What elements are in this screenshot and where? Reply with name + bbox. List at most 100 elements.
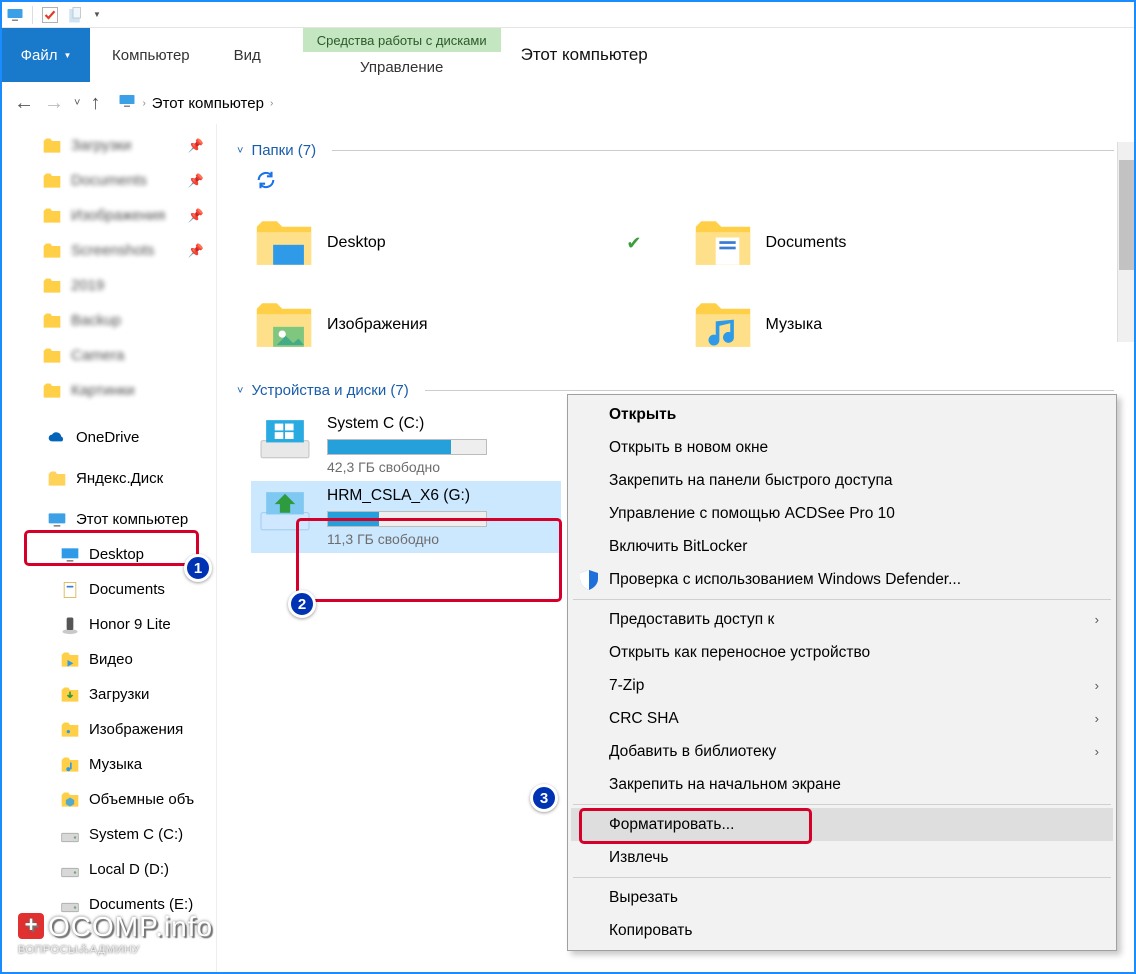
sidebar-quick-item[interactable]: Camera — [2, 338, 216, 373]
breadcrumb[interactable]: › Этот компьютер › — [118, 92, 273, 114]
context-menu-item[interactable]: Открыть как переносное устройство — [571, 636, 1113, 669]
tab-manage[interactable]: Управление — [303, 52, 501, 82]
context-menu-item[interactable]: 7-Zip› — [571, 669, 1113, 702]
folder-icon — [694, 217, 752, 269]
folder-icon — [694, 299, 752, 351]
context-menu-item[interactable]: Вырезать — [571, 881, 1113, 914]
context-menu-item[interactable]: Копировать — [571, 914, 1113, 947]
sidebar-quick-item[interactable]: Картинки — [2, 373, 216, 408]
folder-item[interactable]: Documents — [690, 204, 1115, 282]
drive-icon — [257, 415, 313, 463]
sidebar-thispc-child[interactable]: Honor 9 Lite — [2, 607, 216, 642]
chevron-right-icon: › — [142, 98, 145, 109]
folder-icon — [42, 381, 62, 401]
context-menu-item[interactable]: CRC SHA› — [571, 702, 1113, 735]
back-button[interactable]: ← — [14, 92, 34, 115]
drive-name: System C (C:) — [327, 415, 555, 433]
context-menu-item[interactable]: Извлечь — [571, 841, 1113, 874]
refresh-icon[interactable] — [255, 169, 277, 196]
ribbon: Файл ▼ Компьютер Вид Средства работы с д… — [2, 28, 1134, 82]
context-menu-item[interactable]: Проверка с использованием Windows Defend… — [571, 563, 1113, 596]
pc-icon — [6, 6, 24, 24]
paste-icon[interactable] — [67, 6, 85, 24]
sidebar-item-label: Загрузки — [71, 137, 131, 154]
sidebar-item-label: Desktop — [89, 546, 144, 563]
menu-item-label: Предоставить доступ к — [609, 611, 774, 629]
menu-item-label: Вырезать — [609, 889, 678, 907]
folder-icon — [42, 311, 62, 331]
menu-item-label: Управление с помощью ACDSee Pro 10 — [609, 505, 895, 523]
onedrive-icon — [47, 428, 67, 448]
context-menu-item[interactable]: Закрепить на панели быстрого доступа — [571, 464, 1113, 497]
menu-item-label: Извлечь — [609, 849, 668, 867]
check-icon[interactable] — [41, 6, 59, 24]
sidebar-item-label: System C (C:) — [89, 826, 183, 843]
check-icon: ✔ — [626, 233, 641, 254]
folder-item[interactable]: Музыка — [690, 286, 1115, 364]
context-menu-item[interactable]: Предоставить доступ к› — [571, 603, 1113, 636]
sidebar-thispc-child[interactable]: System C (C:) — [2, 817, 216, 852]
sidebar-item-this-pc[interactable]: Этот компьютер — [2, 502, 216, 537]
forward-button[interactable]: → — [44, 92, 64, 115]
sidebar-item-label: Объемные объ — [89, 791, 194, 808]
dropdown-icon[interactable]: ▼ — [93, 10, 101, 19]
chevron-right-icon: › — [1095, 711, 1099, 726]
sidebar-thispc-child[interactable]: Загрузки — [2, 677, 216, 712]
sidebar-quick-item[interactable]: 2019 — [2, 268, 216, 303]
chevron-down-icon: ˅ — [237, 145, 243, 157]
pin-icon: 📌 — [188, 138, 204, 154]
menu-separator — [573, 877, 1111, 878]
chevron-down-icon: ▼ — [63, 51, 71, 60]
drive-item[interactable]: HRM_CSLA_X6 (G:) 11,3 ГБ свободно — [251, 481, 561, 553]
context-menu: Открыть Открыть в новом окне Закрепить на … — [567, 394, 1117, 951]
sidebar-quick-item[interactable]: Documents📌 — [2, 163, 216, 198]
sidebar-quick-item[interactable]: Backup — [2, 303, 216, 338]
sidebar-thispc-child[interactable]: Local D (D:) — [2, 852, 216, 887]
context-menu-item[interactable]: Форматировать... — [571, 808, 1113, 841]
recent-dropdown[interactable]: ˅ — [74, 97, 80, 109]
pc-icon — [47, 510, 67, 530]
context-menu-item[interactable]: Включить BitLocker — [571, 530, 1113, 563]
drive-item[interactable]: System C (C:) 42,3 ГБ свободно — [251, 409, 561, 481]
menu-item-label: Форматировать... — [609, 816, 734, 834]
drive-body: HRM_CSLA_X6 (G:) 11,3 ГБ свободно — [327, 487, 555, 547]
chevron-right-icon: › — [1095, 678, 1099, 693]
video-icon — [60, 650, 80, 670]
folder-icon — [42, 241, 62, 261]
sidebar-item-onedrive[interactable]: OneDrive — [2, 420, 216, 455]
breadcrumb-root[interactable]: Этот компьютер — [152, 95, 264, 112]
sidebar-quick-item[interactable]: Изображения📌 — [2, 198, 216, 233]
folder-name: Изображения — [327, 316, 428, 334]
divider — [32, 6, 33, 24]
tab-file-label: Файл — [21, 47, 58, 64]
sidebar-thispc-child[interactable]: Видео — [2, 642, 216, 677]
context-menu-item[interactable]: Закрепить на начальном экране — [571, 768, 1113, 801]
menu-item-label: Открыть в новом окне — [609, 439, 768, 457]
context-menu-item[interactable]: Добавить в библиотеку› — [571, 735, 1113, 768]
folder-item[interactable]: Изображения — [251, 286, 676, 364]
sidebar-quick-item[interactable]: Screenshots📌 — [2, 233, 216, 268]
sidebar-thispc-child[interactable]: Объемные объ — [2, 782, 216, 817]
group-header-folders[interactable]: ˅ Папки (7) — [237, 142, 1114, 159]
sidebar-quick-item[interactable]: Загрузки 📌 — [2, 128, 216, 163]
sidebar-item-label: OneDrive — [76, 429, 139, 446]
sidebar-item-label: Картинки — [71, 382, 135, 399]
context-menu-item[interactable]: Управление с помощью ACDSee Pro 10 — [571, 497, 1113, 530]
sidebar-item-label: Изображения — [89, 721, 183, 738]
tab-file[interactable]: Файл ▼ — [2, 28, 90, 82]
sidebar-item-yandex-disk[interactable]: Яндекс.Диск — [2, 461, 216, 496]
folder-item[interactable]: Desktop✔ — [251, 204, 676, 282]
documents-icon — [60, 580, 80, 600]
sidebar-item-label: Яндекс.Диск — [76, 470, 163, 487]
pin-icon: 📌 — [188, 243, 204, 259]
sidebar-thispc-child[interactable]: Музыка — [2, 747, 216, 782]
context-menu-item[interactable]: Открыть — [571, 398, 1113, 431]
tab-computer[interactable]: Компьютер — [90, 28, 212, 82]
context-menu-item[interactable]: Открыть в новом окне — [571, 431, 1113, 464]
menu-item-label: Добавить в библиотеку — [609, 743, 776, 761]
up-button[interactable]: ↑ — [90, 92, 100, 115]
sidebar-thispc-child[interactable]: Изображения — [2, 712, 216, 747]
tab-view[interactable]: Вид — [212, 28, 283, 82]
sidebar-thispc-child[interactable]: Documents — [2, 572, 216, 607]
folder-name: Музыка — [766, 316, 823, 334]
